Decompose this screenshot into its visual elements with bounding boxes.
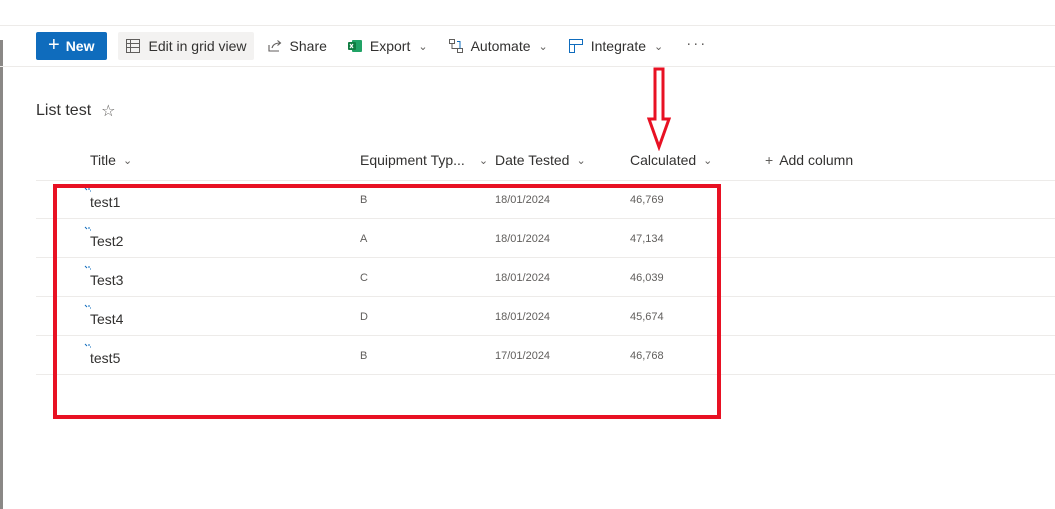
- grid-view-icon: [125, 38, 141, 54]
- integrate-label: Integrate: [590, 38, 646, 54]
- share-label: Share: [289, 38, 327, 54]
- integrate-icon: [568, 38, 584, 54]
- automate-label: Automate: [470, 38, 531, 54]
- window-edge: [0, 40, 3, 509]
- automate-button[interactable]: Automate ⌄: [441, 32, 555, 60]
- add-column-label: Add column: [779, 152, 854, 168]
- list-title: List test ☆: [36, 101, 115, 121]
- command-bar-divider: [0, 66, 1055, 67]
- new-button-label: New: [65, 38, 95, 54]
- share-icon: [267, 38, 283, 54]
- chevron-down-icon: ⌄: [418, 40, 428, 53]
- edit-grid-view-label: Edit in grid view: [148, 38, 247, 54]
- export-button[interactable]: Export ⌄: [340, 32, 435, 60]
- more-options-button[interactable]: ···: [676, 35, 717, 52]
- column-header-date-label: Date Tested: [495, 152, 570, 168]
- column-header-equipment-label: Equipment Typ...: [360, 152, 465, 168]
- chevron-down-icon: ⌄: [654, 40, 664, 53]
- column-header-equipment-type[interactable]: Equipment Typ... ⌄: [360, 152, 488, 168]
- share-button[interactable]: Share: [260, 32, 334, 60]
- chevron-down-icon: ⌄: [122, 154, 133, 167]
- column-header-date-tested[interactable]: Date Tested ⌄: [495, 152, 586, 168]
- add-column-button[interactable]: + Add column: [765, 152, 853, 168]
- integrate-button[interactable]: Integrate ⌄: [561, 32, 670, 60]
- chevron-down-icon: ⌄: [576, 154, 586, 167]
- export-label: Export: [369, 38, 411, 54]
- column-header-calculated-label: Calculated: [630, 152, 697, 168]
- plus-icon: +: [48, 34, 60, 56]
- plus-icon: +: [765, 152, 774, 168]
- column-header-calculated[interactable]: Calculated ⌄: [630, 152, 712, 168]
- annotation-arrow-icon: [647, 67, 671, 151]
- chevron-down-icon: ⌄: [478, 154, 489, 167]
- top-divider: [0, 25, 1055, 26]
- column-header-title[interactable]: Title ⌄: [90, 152, 132, 168]
- automate-icon: [448, 38, 464, 54]
- favorite-star-icon[interactable]: ☆: [101, 101, 115, 121]
- excel-icon: [347, 38, 363, 54]
- annotation-highlight-box: [53, 184, 721, 419]
- list-title-text: List test: [36, 102, 92, 119]
- chevron-down-icon: ⌄: [703, 154, 713, 167]
- chevron-down-icon: ⌄: [538, 40, 548, 53]
- command-bar: + New Edit in grid view Share Export ⌄ A…: [36, 32, 717, 60]
- new-button[interactable]: + New: [36, 32, 108, 60]
- column-header-title-label: Title: [90, 152, 116, 168]
- edit-grid-view-button[interactable]: Edit in grid view: [118, 32, 254, 60]
